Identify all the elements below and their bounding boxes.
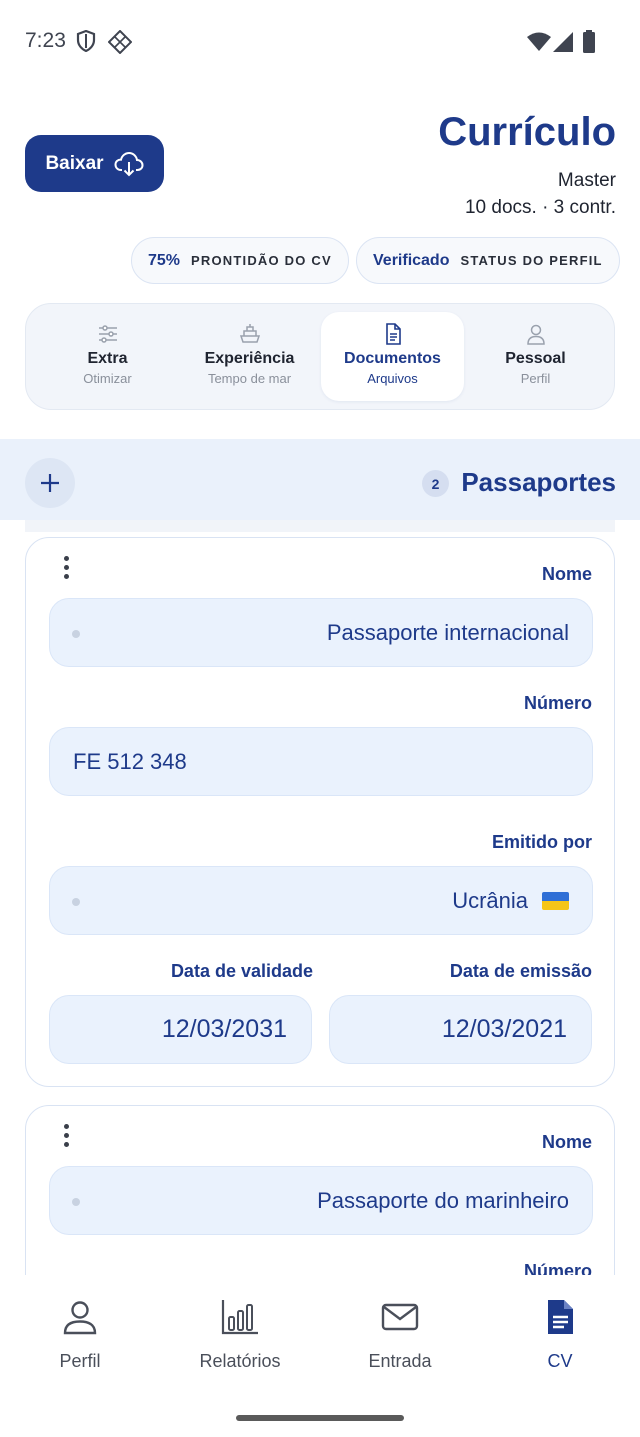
- docs-count-text: 10 docs. · 3 contr.: [464, 197, 616, 218]
- tab-extra-label: Extra: [87, 350, 128, 367]
- plus-icon: [41, 474, 59, 492]
- more-options-icon[interactable]: [60, 1124, 72, 1154]
- expiry-label: Data de validade: [170, 961, 313, 981]
- sliders-icon: [98, 325, 117, 343]
- nav-cv[interactable]: CV: [480, 1297, 640, 1372]
- name-field[interactable]: Passaporte do marinheiro: [49, 1166, 593, 1235]
- document-icon: [385, 323, 401, 345]
- bottom-nav: Perfil Relatórios Entrada CV: [0, 1275, 640, 1437]
- passport-count-badge: 2: [422, 470, 449, 497]
- passport-list[interactable]: Nome Passaporte internacional Número FE …: [0, 520, 640, 1275]
- number-value: FE 512 348: [73, 748, 187, 774]
- wifi-icon: [527, 32, 551, 51]
- cv-readiness-chip: 75% PRONTIDÃO DO CV: [131, 237, 349, 284]
- tab-personal-label: Pessoal: [505, 350, 566, 367]
- nav-reports[interactable]: Relatórios: [160, 1297, 320, 1372]
- bar-chart-icon: [221, 1300, 258, 1335]
- tab-extra[interactable]: Extra Otimizar: [36, 312, 179, 401]
- nav-profile-label: Perfil: [59, 1351, 101, 1371]
- tab-extra-sub: Otimizar: [83, 371, 132, 386]
- issue-date-value: 12/03/2021: [441, 1015, 567, 1043]
- number-field[interactable]: FE 512 348: [49, 727, 593, 796]
- tab-personal-sub: Perfil: [520, 371, 551, 386]
- passport-card: Nome Passaporte internacional Número FE …: [25, 537, 615, 1087]
- issued-by-value: Ucrânia: [452, 887, 528, 913]
- diamond-grid-icon: [108, 30, 132, 54]
- document-filled-icon: [548, 1300, 573, 1334]
- name-value: Passaporte do marinheiro: [317, 1187, 569, 1213]
- nav-inbox[interactable]: Entrada: [320, 1297, 480, 1372]
- person-icon: [63, 1301, 97, 1335]
- profile-status-label: STATUS DO PERFIL: [460, 253, 603, 268]
- issued-by-field[interactable]: Ucrânia: [49, 866, 593, 935]
- person-icon: [526, 324, 545, 345]
- cloud-download-icon: [114, 151, 144, 176]
- tab-personal[interactable]: Pessoal Perfil: [464, 312, 607, 401]
- page-title: Currículo: [438, 110, 616, 154]
- name-label: Nome: [541, 564, 592, 584]
- name-label: Nome: [541, 1132, 592, 1152]
- cv-readiness-label: PRONTIDÃO DO CV: [191, 253, 332, 268]
- field-dot: [72, 1198, 80, 1206]
- cv-summary: Master 10 docs. · 3 contr.: [465, 167, 616, 221]
- mail-icon: [381, 1303, 419, 1331]
- field-dot: [72, 630, 80, 638]
- tab-documents-sub: Arquivos: [367, 371, 418, 386]
- add-passport-button[interactable]: [25, 458, 75, 508]
- ship-icon: [239, 324, 260, 343]
- tab-experience-sub: Tempo de mar: [207, 371, 292, 386]
- status-time: 7:23: [25, 29, 66, 52]
- battery-icon: [583, 30, 595, 53]
- number-label: Número: [523, 693, 592, 713]
- cv-tabs: Extra Otimizar Experiência Tempo de mar …: [25, 303, 615, 410]
- profile-status-chip: Verificado STATUS DO PERFIL: [356, 237, 620, 284]
- issue-date-field[interactable]: 12/03/2021: [329, 995, 592, 1064]
- field-dot: [72, 898, 80, 906]
- tab-experience-label: Experiência: [204, 350, 295, 367]
- rank-text: Master: [557, 170, 616, 191]
- home-indicator[interactable]: [236, 1415, 404, 1421]
- cv-readiness-value: 75%: [148, 251, 181, 269]
- name-field[interactable]: Passaporte internacional: [49, 598, 593, 667]
- more-options-icon[interactable]: [60, 556, 72, 586]
- passport-card: Nome Passaporte do marinheiro Número: [25, 1105, 615, 1275]
- tab-documents-label: Documentos: [344, 350, 441, 367]
- tab-experience[interactable]: Experiência Tempo de mar: [178, 312, 321, 401]
- list-top-strip: [25, 520, 615, 532]
- nav-profile[interactable]: Perfil: [0, 1297, 160, 1372]
- status-bar: 7:23: [0, 0, 640, 84]
- nav-cv-label: CV: [547, 1351, 573, 1371]
- shield-icon: [76, 30, 96, 52]
- number-label: Número: [523, 1261, 592, 1275]
- name-value: Passaporte internacional: [326, 619, 569, 645]
- ukraine-flag-icon: [542, 891, 569, 910]
- cellular-signal-icon: [553, 32, 573, 52]
- nav-inbox-label: Entrada: [368, 1351, 432, 1371]
- issued-by-label: Emitido por: [492, 832, 592, 852]
- expiry-date-field[interactable]: 12/03/2031: [49, 995, 312, 1064]
- nav-reports-label: Relatórios: [199, 1351, 281, 1371]
- issue-date-label: Data de emissão: [449, 961, 592, 981]
- passports-section-header: 2 Passaportes: [0, 439, 640, 520]
- expiry-date-value: 12/03/2031: [161, 1015, 287, 1043]
- download-label: Baixar: [45, 152, 104, 174]
- section-title: Passaportes: [461, 467, 616, 497]
- download-button[interactable]: Baixar: [25, 135, 164, 192]
- tab-documents[interactable]: Documentos Arquivos: [321, 312, 464, 401]
- profile-status-value: Verificado: [373, 251, 450, 269]
